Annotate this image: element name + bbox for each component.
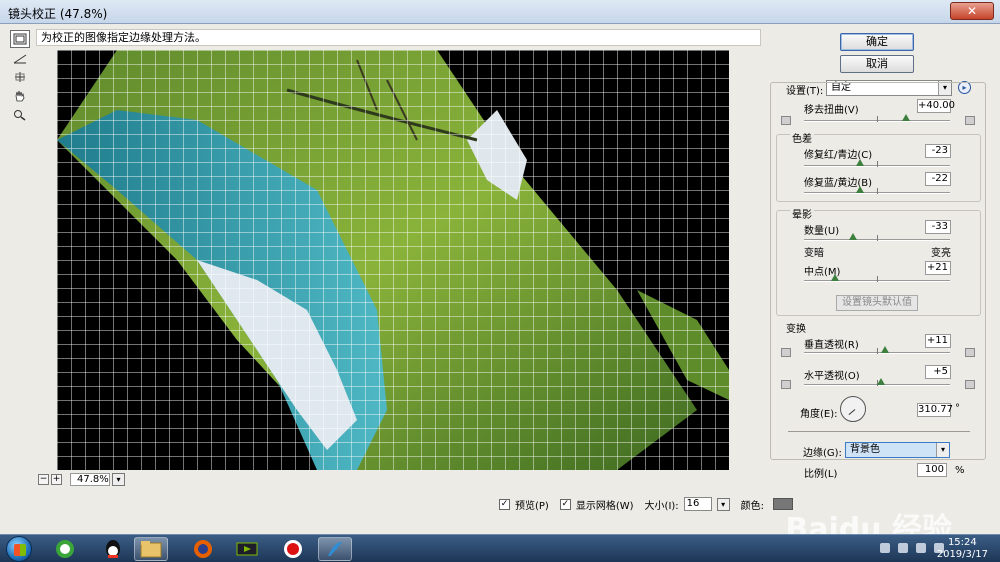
red-cyan-slider-thumb[interactable] xyxy=(856,159,864,166)
hand-tool-icon[interactable] xyxy=(10,87,30,105)
vertical-perspective-label: 垂直透视(R) xyxy=(804,340,859,351)
horizontal-perspective-min-icon xyxy=(781,380,791,389)
move-grid-tool-icon[interactable] xyxy=(10,68,30,86)
distortion-label: 移去扭曲(V) xyxy=(804,105,859,116)
window-title: 镜头校正 (47.8%) xyxy=(8,7,108,21)
scale-label: 比例(L) xyxy=(804,469,838,480)
taskbar: 15:24 2019/3/17 xyxy=(0,534,1000,562)
horizontal-perspective-slider-thumb[interactable] xyxy=(877,378,885,385)
transform-title: 变换 xyxy=(786,324,806,335)
show-grid-label: 显示网格(W) xyxy=(575,500,634,512)
panel-divider xyxy=(788,431,970,432)
blue-yellow-field[interactable]: -22 xyxy=(925,172,951,186)
horizontal-perspective-label: 水平透视(O) xyxy=(804,371,860,382)
zoom-dropdown-icon[interactable]: ▾ xyxy=(112,472,125,486)
red-cyan-center-tick xyxy=(877,161,878,167)
preview-grid-overlay xyxy=(57,50,729,470)
edge-label: 边缘(G): xyxy=(803,448,842,459)
zoom-out-button[interactable]: − xyxy=(38,473,49,485)
ok-button[interactable]: 确定 xyxy=(840,33,914,51)
vignette-midpoint-slider-thumb[interactable] xyxy=(831,274,839,281)
grid-color-label: 颜色: xyxy=(740,500,765,512)
horizontal-perspective-field[interactable]: +5 xyxy=(925,365,951,379)
hint-text: 为校正的图像指定边缘处理方法。 xyxy=(36,29,761,46)
media-player-icon[interactable] xyxy=(230,537,264,561)
angle-field[interactable]: 310.77 xyxy=(917,403,953,417)
clock-time: 15:24 xyxy=(947,537,977,548)
zoom-level[interactable]: 47.8% xyxy=(70,472,110,486)
darken-label: 变暗 xyxy=(804,248,824,259)
barrel-icon xyxy=(965,116,975,125)
firefox-icon[interactable] xyxy=(186,537,220,561)
browser-360-icon[interactable] xyxy=(48,537,82,561)
pincushion-icon xyxy=(781,116,791,125)
preview-checkbox[interactable]: ✓ xyxy=(499,498,510,510)
title-bar: 镜头校正 (47.8%) ✕ xyxy=(0,0,1000,24)
chromatic-title: 色差 xyxy=(790,130,814,145)
straighten-tool-icon[interactable] xyxy=(10,49,30,67)
angle-unit: ° xyxy=(955,403,960,414)
red-cyan-field[interactable]: -23 xyxy=(925,144,951,158)
tray-keyboard-icon[interactable] xyxy=(880,543,890,553)
angle-dial[interactable] xyxy=(840,396,866,422)
screen-recorder-icon[interactable] xyxy=(276,537,310,561)
vignette-midpoint-center-tick xyxy=(877,276,878,282)
distortion-slider-thumb[interactable] xyxy=(902,114,910,121)
cancel-button[interactable]: 取消 xyxy=(840,55,914,73)
tool-palette xyxy=(10,30,34,125)
distortion-field[interactable]: +40.00 xyxy=(917,99,955,113)
edge-select[interactable]: 背景色 ▾ xyxy=(845,442,950,458)
vertical-perspective-slider-thumb[interactable] xyxy=(881,346,889,353)
preview-canvas[interactable] xyxy=(57,50,729,470)
set-lens-default-button[interactable]: 设置镜头默认值 xyxy=(836,295,918,311)
preview-options: ✓ 预览(P) ✓ 显示网格(W) 大小(I): 16 ▾ 颜色: xyxy=(499,496,794,512)
lighten-label: 变亮 xyxy=(931,248,951,259)
grid-size-label: 大小(I): xyxy=(644,500,679,512)
remove-distortion-tool-icon[interactable] xyxy=(10,30,30,48)
dialog-body: 为校正的图像指定边缘处理方法。 − + 47.8% ▾ ✓ 预览(P) ✓ 显示… xyxy=(0,24,1000,560)
grid-size-dropdown-icon[interactable]: ▾ xyxy=(716,497,730,511)
file-explorer-icon[interactable] xyxy=(134,537,168,561)
vignette-amount-field[interactable]: -33 xyxy=(925,220,951,234)
horizontal-perspective-max-icon xyxy=(965,380,975,389)
vignette-amount-label: 数量(U) xyxy=(804,226,840,237)
zoom-tool-icon[interactable] xyxy=(10,106,30,124)
distortion-center-tick xyxy=(877,116,878,122)
vignette-title: 晕影 xyxy=(790,206,814,221)
preview-label: 预览(P) xyxy=(515,500,549,512)
blue-yellow-center-tick xyxy=(877,188,878,194)
clock-date: 2019/3/17 xyxy=(936,549,988,560)
windows-flag-icon xyxy=(14,544,26,556)
tray-network-icon[interactable] xyxy=(898,543,908,553)
edge-value: 背景色 xyxy=(850,444,880,455)
edge-dropdown-icon: ▾ xyxy=(936,443,949,457)
vignette-amount-center-tick xyxy=(877,235,878,241)
grid-size-field[interactable]: 16 xyxy=(683,497,712,511)
vertical-perspective-max-icon xyxy=(965,348,975,357)
tray-flag-icon[interactable] xyxy=(916,543,926,553)
close-button[interactable]: ✕ xyxy=(950,2,994,20)
scale-unit: % xyxy=(955,465,965,476)
clock[interactable]: 15:24 2019/3/17 xyxy=(937,537,988,561)
angle-label: 角度(E): xyxy=(800,409,838,420)
photoshop-icon[interactable] xyxy=(318,537,352,561)
blue-yellow-slider-thumb[interactable] xyxy=(856,186,864,193)
show-grid-checkbox[interactable]: ✓ xyxy=(559,498,571,510)
zoom-in-button[interactable]: + xyxy=(51,473,62,485)
system-tray xyxy=(880,543,944,553)
start-button[interactable] xyxy=(6,536,32,562)
scale-field[interactable]: 100 xyxy=(917,463,947,477)
zoom-control: − + 47.8% ▾ xyxy=(38,472,208,486)
qq-icon[interactable] xyxy=(96,537,130,561)
vertical-perspective-field[interactable]: +11 xyxy=(925,334,951,348)
vignette-amount-slider-thumb[interactable] xyxy=(849,233,857,240)
vertical-perspective-center-tick xyxy=(877,348,878,354)
vignette-midpoint-field[interactable]: +21 xyxy=(925,261,951,275)
vertical-perspective-min-icon xyxy=(781,348,791,357)
